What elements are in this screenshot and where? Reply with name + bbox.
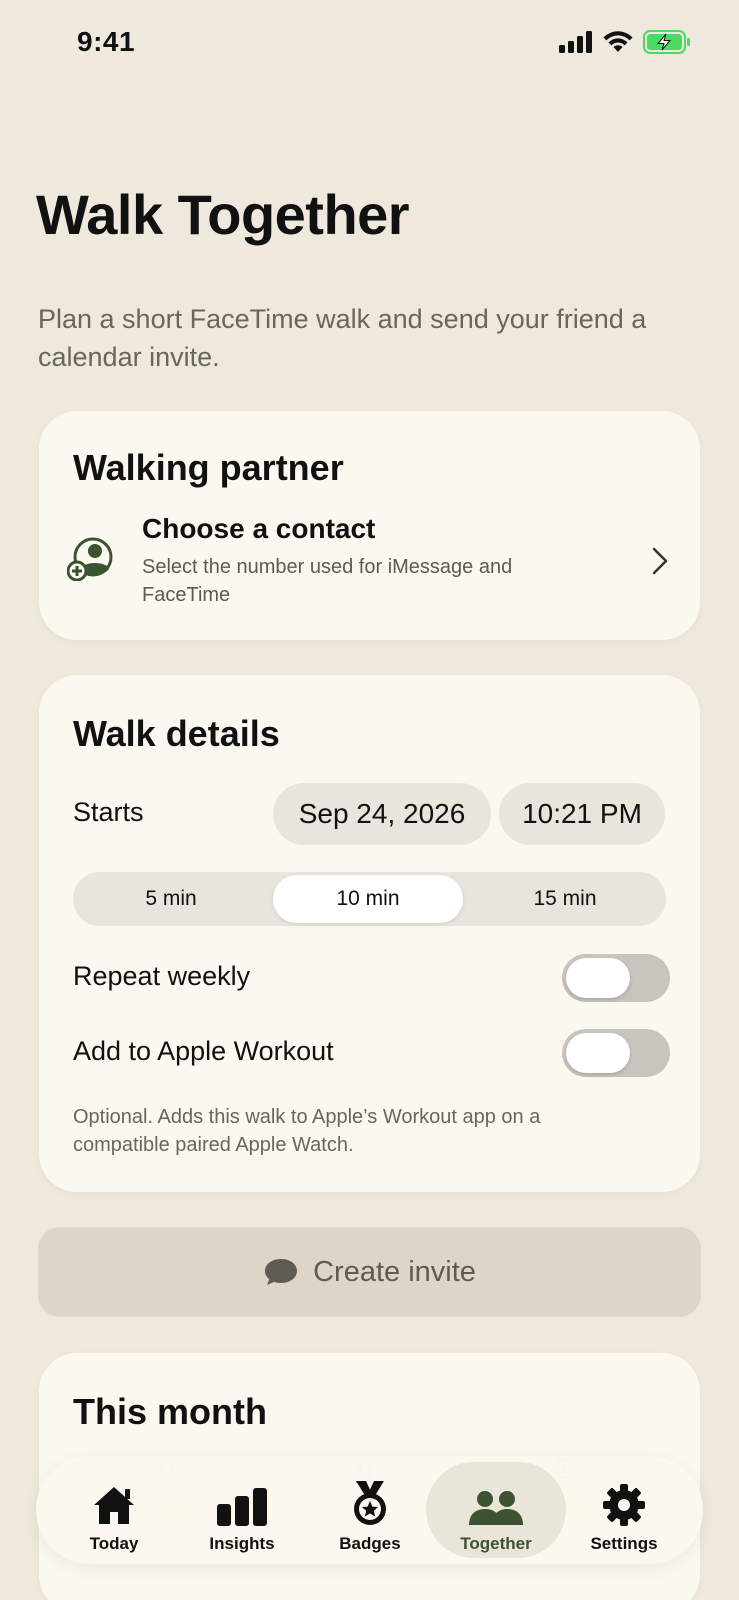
cellular-signal-icon (559, 31, 592, 53)
status-icons (559, 30, 691, 54)
create-invite-button[interactable]: Create invite (38, 1227, 701, 1317)
repeat-weekly-toggle[interactable] (562, 954, 670, 1002)
wifi-icon (603, 31, 633, 52)
tab-label: Insights (209, 1534, 275, 1553)
walk-details-card: Walk details Starts Sep 24, 2026 10:21 P… (39, 675, 700, 1192)
tab-label: Today (89, 1534, 139, 1553)
medal-icon (354, 1481, 386, 1525)
tab-together[interactable]: Together (426, 1462, 566, 1558)
duration-option-5[interactable]: 5 min (76, 875, 266, 923)
workout-note: Optional. Adds this walk to Apple’s Work… (73, 1106, 541, 1156)
add-person-icon (67, 537, 113, 581)
duration-segmented-control: 5 min 10 min 15 min (73, 872, 666, 926)
page-title: Walk Together (36, 183, 410, 246)
add-workout-toggle[interactable] (562, 1029, 670, 1077)
date-picker-button[interactable]: Sep 24, 2026 (273, 783, 491, 845)
time-picker-button[interactable]: 10:21 PM (499, 783, 665, 845)
tab-bar: Today Insights Badges Together Settings (36, 1456, 703, 1564)
repeat-weekly-label: Repeat weekly (73, 961, 251, 991)
message-bubble-icon (265, 1259, 298, 1285)
walking-partner-card: Walking partner Choose a contact Select … (39, 411, 700, 640)
battery-charging-icon (643, 30, 690, 54)
toggle-knob (566, 1033, 630, 1073)
duration-option-10-selected[interactable]: 10 min (273, 875, 463, 923)
duration-option-15[interactable]: 15 min (470, 875, 660, 923)
starts-label: Starts (73, 797, 144, 827)
bar-chart-icon (217, 1488, 267, 1526)
tab-label: Badges (339, 1534, 401, 1553)
contact-name: Choose a contact (142, 513, 376, 544)
tab-today[interactable]: Today (50, 1462, 178, 1558)
walking-partner-title: Walking partner (73, 447, 344, 488)
chevron-right-icon (652, 547, 668, 575)
choose-contact-row[interactable]: Choose a contact Select the number used … (39, 511, 700, 611)
tab-settings[interactable]: Settings (560, 1462, 688, 1558)
gear-icon (603, 1484, 645, 1526)
walk-details-title: Walk details (73, 713, 280, 754)
tab-badges[interactable]: Badges (306, 1462, 434, 1558)
tab-label: Settings (590, 1534, 658, 1553)
house-icon (94, 1487, 134, 1524)
add-workout-label: Add to Apple Workout (73, 1036, 334, 1066)
people-icon (469, 1491, 523, 1525)
contact-description: Select the number used for iMessage and … (142, 556, 513, 606)
status-time: 9:41 (77, 26, 136, 57)
tab-insights[interactable]: Insights (178, 1462, 306, 1558)
status-bar: 9:41 (0, 0, 739, 90)
toggle-knob (566, 958, 630, 998)
this-month-title: This month (73, 1391, 267, 1432)
tab-label: Together (460, 1534, 532, 1553)
page-subtitle: Plan a short FaceTime walk and send your… (38, 304, 647, 372)
create-invite-label: Create invite (313, 1255, 476, 1288)
